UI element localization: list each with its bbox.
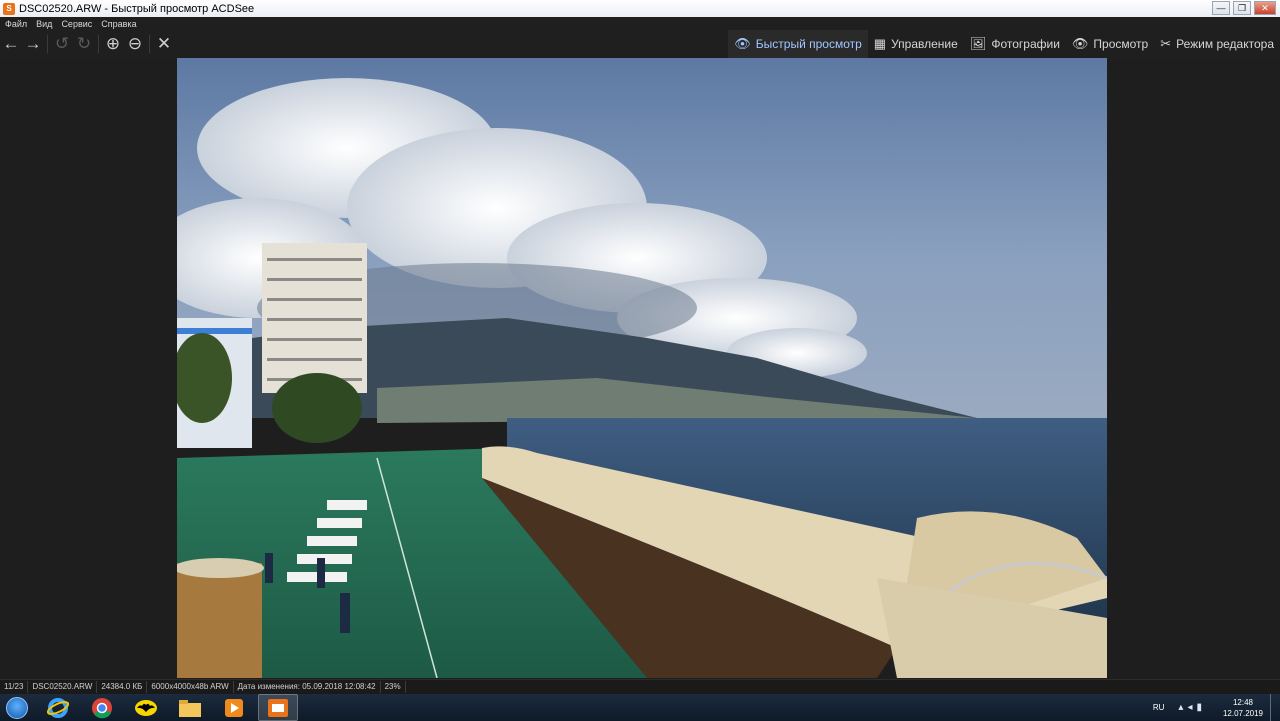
tab-view[interactable]: 👁 Просмотр [1066,30,1154,58]
windows-logo-icon [6,696,28,719]
system-tray: RU ▴◂▮ 12:48 12.07.2019 [1153,694,1280,721]
status-dimensions: 6000x4000x48b ARW [147,681,234,693]
tab-quickview[interactable]: 👁 Быстрый просмотр [728,30,868,58]
image-viewer[interactable] [0,58,1280,679]
zoom-out-icon[interactable]: ⊖ [124,33,146,55]
acdsee-app-icon[interactable]: S [3,2,15,15]
tab-edit[interactable]: ✂ Режим редактора [1154,30,1280,58]
tray-icons[interactable]: ▴◂▮ [1178,702,1206,713]
tab-manage[interactable]: ▦ Управление [868,30,964,58]
photo-canvas[interactable] [177,58,1107,678]
menu-bar: Файл Вид Сервис Справка [0,17,1280,30]
tab-label: Быстрый просмотр [755,37,862,51]
back-arrow-icon[interactable]: ← [0,33,22,55]
edit-tools-icon: ✂ [1160,36,1172,51]
photos-icon: 🖼 [969,36,987,51]
clock-time: 12:48 [1232,697,1254,707]
clock[interactable]: 12:48 12.07.2019 [1216,697,1270,719]
language-indicator[interactable]: RU [1153,703,1165,712]
mode-tabs: 👁 Быстрый просмотр ▦ Управление 🖼 Фотогр… [728,30,1280,58]
taskbar-acdsee[interactable] [258,694,298,721]
title-bar: S DSC02520.ARW - Быстрый просмотр ACDSee… [0,0,1280,17]
menu-view[interactable]: Вид [36,19,52,29]
status-index: 11/23 [0,681,29,693]
eye-icon: 👁 [734,36,751,51]
status-bar: 11/23 DSC02520.ARW 24384.0 КБ 6000x4000x… [0,679,1280,694]
rotate-left-icon[interactable]: ↺ [51,33,73,55]
status-filesize: 24384.0 КБ [97,681,148,693]
menu-service[interactable]: Сервис [61,19,92,29]
status-filename: DSC02520.ARW [28,681,98,693]
taskbar-chrome[interactable] [82,694,122,721]
toolbar-divider [98,35,99,53]
zoom-in-icon[interactable]: ⊕ [102,33,124,55]
tab-label: Фотографии [991,37,1060,51]
internet-explorer-icon [47,697,69,718]
menu-file[interactable]: Файл [5,19,27,29]
tab-label: Режим редактора [1176,37,1274,51]
taskbar-internet-explorer[interactable] [38,694,78,721]
forward-arrow-icon[interactable]: → [22,33,44,55]
acdsee-icon [268,698,288,717]
toolbar-divider [47,35,48,53]
maximize-button[interactable]: ❐ [1233,1,1251,15]
media-player-icon [225,698,243,717]
tab-label: Управление [891,37,958,51]
tab-label: Просмотр [1093,37,1149,51]
toolbar-divider [149,35,150,53]
chrome-icon [92,697,112,718]
eye-icon: 👁 [1071,36,1089,51]
folder-icon [179,699,201,717]
taskbar-batman-app[interactable] [126,694,166,721]
batman-icon [135,699,157,716]
window-controls: — ❐ ✕ [1212,1,1276,15]
close-window-button[interactable]: ✕ [1254,1,1276,15]
menu-help[interactable]: Справка [101,19,136,29]
taskbar-explorer[interactable] [170,694,210,721]
network-icon[interactable]: ▮ [1196,702,1206,713]
status-zoom[interactable]: 23% [381,681,406,693]
clock-date: 12.07.2019 [1222,708,1264,718]
taskbar: RU ▴◂▮ 12:48 12.07.2019 [0,694,1280,721]
photo-image [177,58,1107,678]
tab-photos[interactable]: 🖼 Фотографии [964,30,1066,58]
status-modified: Дата изменения: 05.09.2018 12:08:42 [234,681,381,693]
taskbar-media-player[interactable] [214,694,254,721]
rotate-right-icon[interactable]: ↻ [73,33,95,55]
minimize-button[interactable]: — [1212,1,1230,15]
window-title: DSC02520.ARW - Быстрый просмотр ACDSee [19,2,255,15]
close-icon[interactable]: ✕ [153,33,175,55]
show-desktop-button[interactable] [1270,694,1280,721]
grid-icon: ▦ [873,36,887,51]
start-button[interactable] [0,694,34,721]
